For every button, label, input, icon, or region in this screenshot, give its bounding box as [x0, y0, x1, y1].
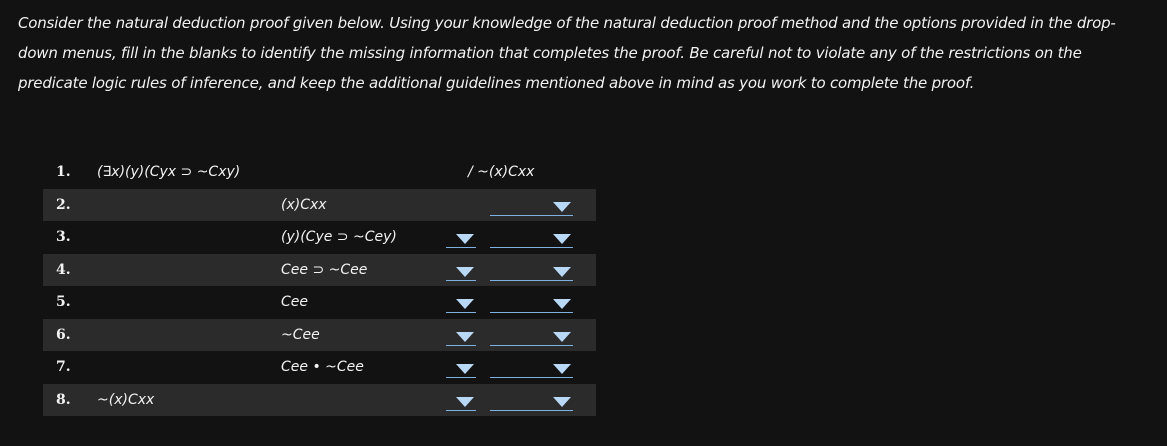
chevron-down-icon	[553, 299, 571, 309]
proof-line-6: 6. ~Cee	[43, 318, 596, 351]
chevron-down-icon	[456, 234, 474, 244]
rule-dropdown[interactable]	[490, 392, 573, 411]
rule-dropdown[interactable]	[490, 327, 573, 346]
chevron-down-icon	[553, 234, 571, 244]
chevron-down-icon	[553, 201, 571, 212]
proof-line-8: 8. ~(x)Cxx	[43, 383, 596, 416]
line-formula: ~(x)Cxx	[97, 391, 155, 408]
chevron-down-icon	[553, 364, 571, 374]
proof-line-5: 5. Cee	[43, 286, 596, 319]
chevron-down-icon	[456, 396, 474, 407]
chevron-down-icon	[553, 266, 571, 277]
line-number: 7.	[56, 359, 71, 375]
line-formula: (x)Cxx	[281, 196, 327, 213]
line-reference-dropdown[interactable]	[446, 294, 476, 313]
line-formula: ~Cee	[281, 326, 320, 343]
chevron-down-icon	[456, 266, 474, 277]
chevron-down-icon	[456, 364, 474, 374]
line-number: 3.	[56, 229, 71, 245]
rule-dropdown[interactable]	[490, 359, 573, 378]
line-reference-dropdown[interactable]	[446, 327, 476, 346]
proof-line-2: 2. (x)Cxx	[43, 188, 596, 221]
line-number: 2.	[56, 196, 71, 213]
line-formula: (y)(Cye ⊃ ~Cey)	[281, 229, 397, 245]
rule-dropdown[interactable]	[490, 294, 573, 313]
line-number: 5.	[56, 294, 71, 310]
line-number: 8.	[56, 391, 71, 408]
line-reference-dropdown[interactable]	[446, 229, 476, 248]
line-reference-dropdown[interactable]	[446, 359, 476, 378]
line-number: 6.	[56, 326, 71, 343]
proof-line-3: 3. (y)(Cye ⊃ ~Cey)	[43, 221, 596, 254]
line-reference-dropdown[interactable]	[446, 262, 476, 281]
instructions-text: Consider the natural deduction proof giv…	[18, 14, 1116, 92]
line-reference-dropdown[interactable]	[446, 392, 476, 411]
line-formula: Cee	[281, 294, 309, 310]
conclusion-label: / ~(x)Cxx	[468, 164, 535, 180]
line-number: 4.	[56, 261, 71, 278]
chevron-down-icon	[553, 331, 571, 342]
line-formula: Cee • ~Cee	[281, 359, 364, 375]
premise-formula: (∃x)(y)(Cyx ⊃ ~Cxy)	[97, 164, 241, 180]
chevron-down-icon	[456, 331, 474, 342]
chevron-down-icon	[456, 299, 474, 309]
proof-line-4: 4. Cee ⊃ ~Cee	[43, 253, 596, 286]
rule-dropdown[interactable]	[490, 229, 573, 248]
rule-dropdown[interactable]	[490, 197, 573, 216]
proof-line-7: 7. Cee • ~Cee	[43, 351, 596, 384]
proof-line-1: 1. (∃x)(y)(Cyx ⊃ ~Cxy) / ~(x)Cxx	[43, 156, 596, 189]
chevron-down-icon	[553, 396, 571, 407]
line-formula: Cee ⊃ ~Cee	[281, 261, 368, 278]
proof-table: 1. (∃x)(y)(Cyx ⊃ ~Cxy) / ~(x)Cxx 2. (x)C…	[43, 156, 596, 416]
rule-dropdown[interactable]	[490, 262, 573, 281]
line-number: 1.	[56, 164, 71, 180]
